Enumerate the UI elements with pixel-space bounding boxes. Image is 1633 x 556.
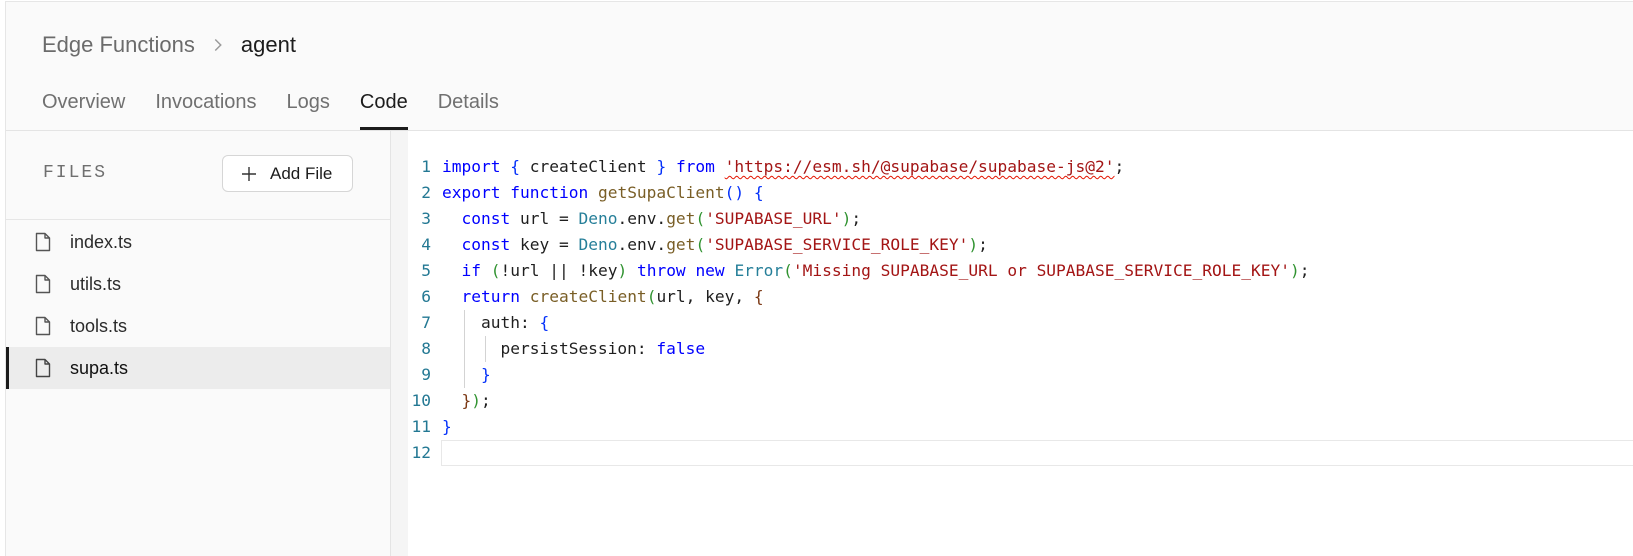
file-icon [35,358,51,378]
tab-logs[interactable]: Logs [287,88,330,130]
line-number: 6 [421,287,431,306]
breadcrumb-edge-functions[interactable]: Edge Functions [42,32,195,58]
file-item-tools[interactable]: tools.ts [6,305,390,347]
breadcrumb: Edge Functions agent [42,32,296,58]
breadcrumb-current: agent [240,32,296,57]
code-text: import { createClient } from 'https://es… [442,157,1125,176]
code-text: export function getSupaClient() { [442,183,764,202]
file-name: utils.ts [70,273,122,294]
tab-invocations[interactable]: Invocations [155,88,256,130]
file-name: supa.ts [70,357,129,378]
app-frame: Edge Functions agent Overview Invocation… [5,1,1633,556]
add-file-button[interactable]: Add File [222,155,353,192]
code-line[interactable]: 11} [391,414,1633,440]
line-number: 3 [421,209,431,228]
code-text: }); [461,391,491,410]
code-text: return createClient(url, key, { [461,287,764,306]
code-editor[interactable]: 1 import { createClient } from 'https://e… [391,131,1633,556]
files-header: FILES Add File [6,131,390,220]
file-icon [35,232,51,252]
tab-bar: Overview Invocations Logs Code Details [42,88,529,130]
file-name: tools.ts [70,315,128,336]
code-line[interactable]: 9 } [391,362,1633,388]
line-number: 1 [421,157,431,176]
code-text: auth: { [442,313,550,332]
tab-overview[interactable]: Overview [42,88,125,130]
code-line[interactable]: 3 const url = Deno.env.get('SUPABASE_URL… [391,206,1633,232]
line-number: 5 [421,261,431,280]
tab-code[interactable]: Code [359,88,408,130]
line-number: 9 [421,365,431,384]
code-text: const url = Deno.env.get('SUPABASE_URL')… [461,209,862,228]
line-number: 10 [411,391,432,410]
plus-icon [242,166,256,181]
code-text: } [480,365,491,384]
file-item-utils[interactable]: utils.ts [6,263,390,305]
file-item-supa[interactable]: supa.ts [6,347,390,389]
line-number: 7 [421,313,431,332]
file-item-index[interactable]: index.ts [6,221,390,263]
file-icon [35,316,51,336]
code-line[interactable]: 10 }); [391,388,1633,414]
code-line[interactable]: 8 persistSession: false [391,336,1633,362]
code-area[interactable]: 1 import { createClient } from 'https://e… [391,154,1633,466]
line-number: 2 [421,183,431,202]
file-list: index.ts utils.ts tools.ts supa.ts [6,220,390,389]
code-text: const key = Deno.env.get('SUPABASE_SERVI… [461,235,988,254]
chevron-right-icon [214,38,222,52]
line-number: 4 [421,235,431,254]
tab-details[interactable]: Details [438,88,499,130]
line-number: 12 [411,443,432,462]
code-text: if (!url || !key) throw new Error('Missi… [461,261,1310,280]
code-text: } [442,417,452,436]
files-sidebar: FILES Add File index.ts utils.ts tools.t… [6,131,391,556]
code-text: persistSession: false [442,339,706,358]
files-title: FILES [43,163,108,183]
current-line-highlight [441,440,1633,466]
code-line[interactable]: 2 export function getSupaClient() { [391,180,1633,206]
code-line[interactable]: 4 const key = Deno.env.get('SUPABASE_SER… [391,232,1633,258]
code-line[interactable]: 12 [391,440,1633,466]
add-file-label: Add File [270,163,333,183]
code-line[interactable]: 7 auth: { [391,310,1633,336]
file-icon [35,274,51,294]
file-name: index.ts [70,231,133,252]
page-header: Edge Functions agent Overview Invocation… [6,2,1633,131]
line-number: 8 [421,339,431,358]
code-line[interactable]: 5 if (!url || !key) throw new Error('Mis… [391,258,1633,284]
code-line[interactable]: 1 import { createClient } from 'https://e… [391,154,1633,180]
line-number: 11 [411,417,432,436]
code-line[interactable]: 6 return createClient(url, key, { [391,284,1633,310]
